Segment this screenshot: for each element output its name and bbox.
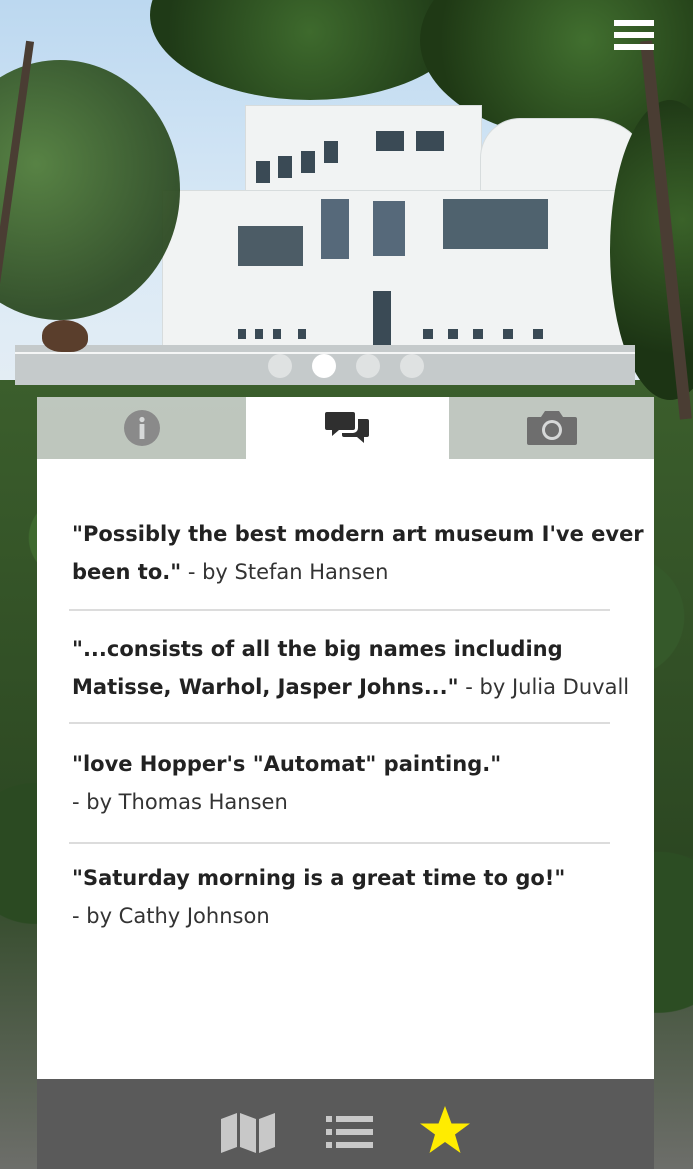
pager-dot[interactable]: [356, 354, 380, 378]
tab-info[interactable]: [37, 397, 246, 459]
info-icon: [123, 410, 160, 446]
photo-building-main: [162, 190, 669, 362]
star-icon: [420, 1106, 470, 1153]
photo-pager[interactable]: [268, 354, 424, 378]
review-divider: [69, 609, 610, 611]
nav-list-button[interactable]: [326, 1114, 374, 1150]
list-icon: [326, 1116, 373, 1148]
review-divider: [69, 842, 610, 844]
review-item: "Possibly the best modern art museum I'v…: [72, 515, 647, 591]
tab-reviews[interactable]: [246, 397, 449, 459]
nav-favorites-button[interactable]: [418, 1105, 472, 1155]
camera-icon: [526, 411, 577, 445]
map-icon: [221, 1113, 275, 1153]
pager-dot-active[interactable]: [312, 354, 336, 378]
nav-map-button[interactable]: [219, 1111, 277, 1153]
chat-bubbles-icon: [324, 412, 369, 443]
bottom-nav: [37, 1079, 654, 1169]
photo-sculpture: [42, 320, 88, 352]
review-item: "...consists of all the big names includ…: [72, 630, 647, 706]
review-author: - by Cathy Johnson: [72, 904, 270, 928]
detail-tabs: [37, 397, 654, 459]
review-author: - by Stefan Hansen: [181, 560, 389, 584]
review-quote: "love Hopper's "Automat" painting.": [72, 752, 502, 776]
review-author: - by Thomas Hansen: [72, 790, 288, 814]
pager-dot[interactable]: [268, 354, 292, 378]
review-quote: "Saturday morning is a great time to go!…: [72, 866, 566, 890]
review-item: "Saturday morning is a great time to go!…: [72, 859, 647, 935]
review-author: - by Julia Duvall: [458, 675, 630, 699]
menu-icon[interactable]: [614, 18, 654, 52]
tab-photos[interactable]: [449, 397, 654, 459]
review-divider: [69, 722, 610, 724]
pager-dot[interactable]: [400, 354, 424, 378]
review-item: "love Hopper's "Automat" painting." - by…: [72, 745, 647, 821]
reviews-panel: "Possibly the best modern art museum I'v…: [37, 459, 654, 1079]
